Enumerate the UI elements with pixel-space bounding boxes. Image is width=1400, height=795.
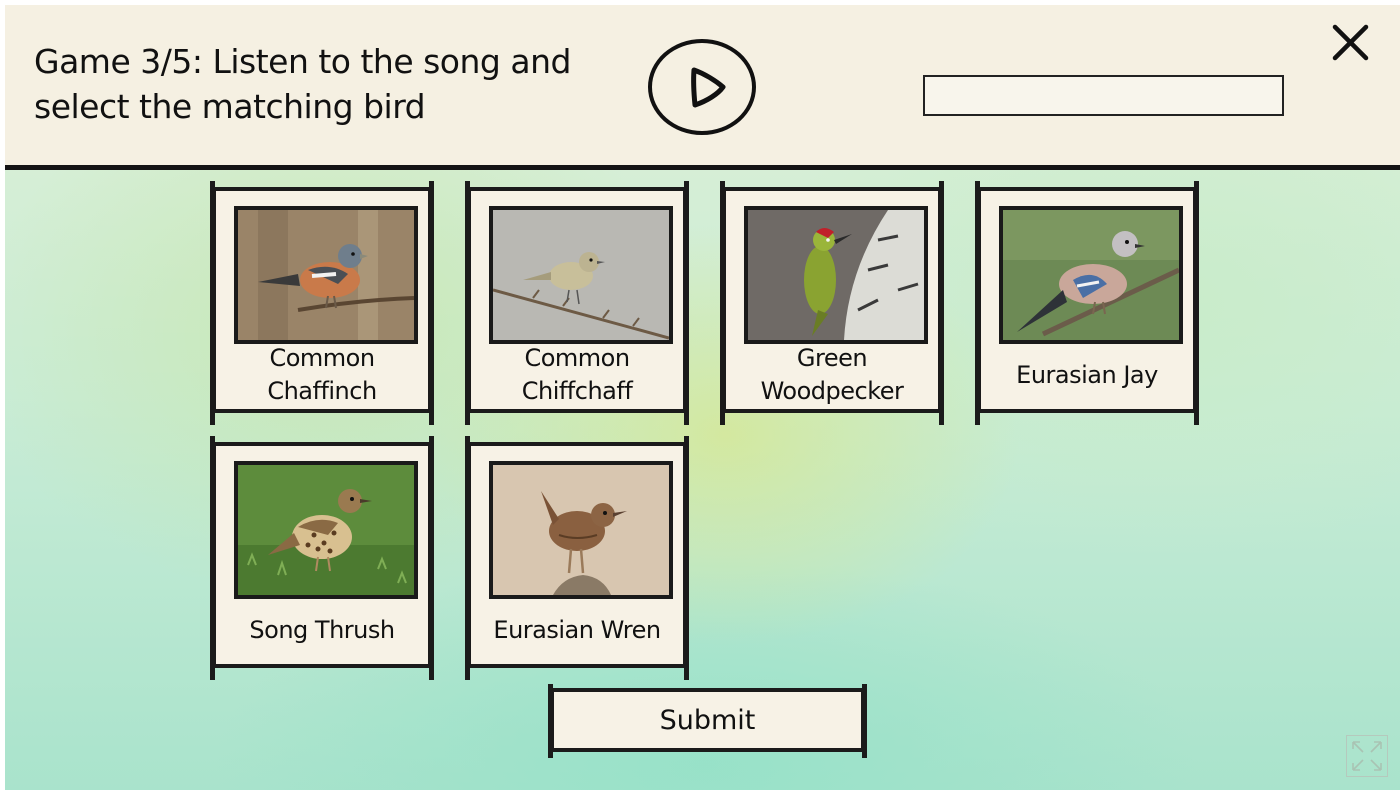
play-button[interactable]: [648, 39, 756, 135]
progress-bar: [923, 75, 1284, 116]
game-title: Game 3/5: Listen to the song and select …: [34, 42, 571, 126]
close-icon: [1332, 24, 1369, 61]
card-post: [975, 181, 980, 425]
bird-name: Common Chaffinch: [267, 344, 377, 405]
card-post: [939, 181, 944, 425]
submit-button[interactable]: Submit: [548, 684, 867, 758]
close-button[interactable]: [1331, 23, 1371, 63]
bird-name: Song Thrush: [249, 615, 395, 644]
bird-card-chaffinch[interactable]: Common Chaffinch: [210, 181, 434, 425]
bird-card-thrush[interactable]: Song Thrush: [210, 436, 434, 680]
card-post: [429, 181, 434, 425]
card-post: [210, 181, 215, 425]
button-post: [862, 684, 867, 758]
bird-card-woodpecker[interactable]: Green Woodpecker: [720, 181, 944, 425]
woodpecker-photo: [744, 206, 928, 344]
chiffchaff-photo: [489, 206, 673, 344]
card-post: [429, 436, 434, 680]
button-post: [548, 684, 553, 758]
bird-card-wren[interactable]: Eurasian Wren: [465, 436, 689, 680]
card-post: [1194, 181, 1199, 425]
card-post: [684, 436, 689, 680]
bird-card-chiffchaff[interactable]: Common Chiffchaff: [465, 181, 689, 425]
submit-label: Submit: [659, 704, 756, 736]
game-stage: Game 3/5: Listen to the song and select …: [5, 5, 1400, 790]
card-post: [210, 436, 215, 680]
fullscreen-button[interactable]: [1346, 735, 1388, 777]
header: Game 3/5: Listen to the song and select …: [5, 5, 1400, 170]
card-post: [720, 181, 725, 425]
fullscreen-icon: [1352, 741, 1382, 771]
bird-name: Common Chiffchaff: [521, 344, 633, 405]
wren-photo: [489, 461, 673, 599]
jay-photo: [999, 206, 1183, 344]
bird-name: Green Woodpecker: [760, 344, 904, 405]
card-post: [684, 181, 689, 425]
chaffinch-photo: [234, 206, 418, 344]
bird-card-jay[interactable]: Eurasian Jay: [975, 181, 1199, 425]
card-post: [465, 436, 470, 680]
bird-name: Eurasian Wren: [493, 615, 661, 644]
play-icon: [691, 67, 726, 108]
card-post: [465, 181, 470, 425]
bird-name: Eurasian Jay: [1016, 360, 1158, 389]
thrush-photo: [234, 461, 418, 599]
